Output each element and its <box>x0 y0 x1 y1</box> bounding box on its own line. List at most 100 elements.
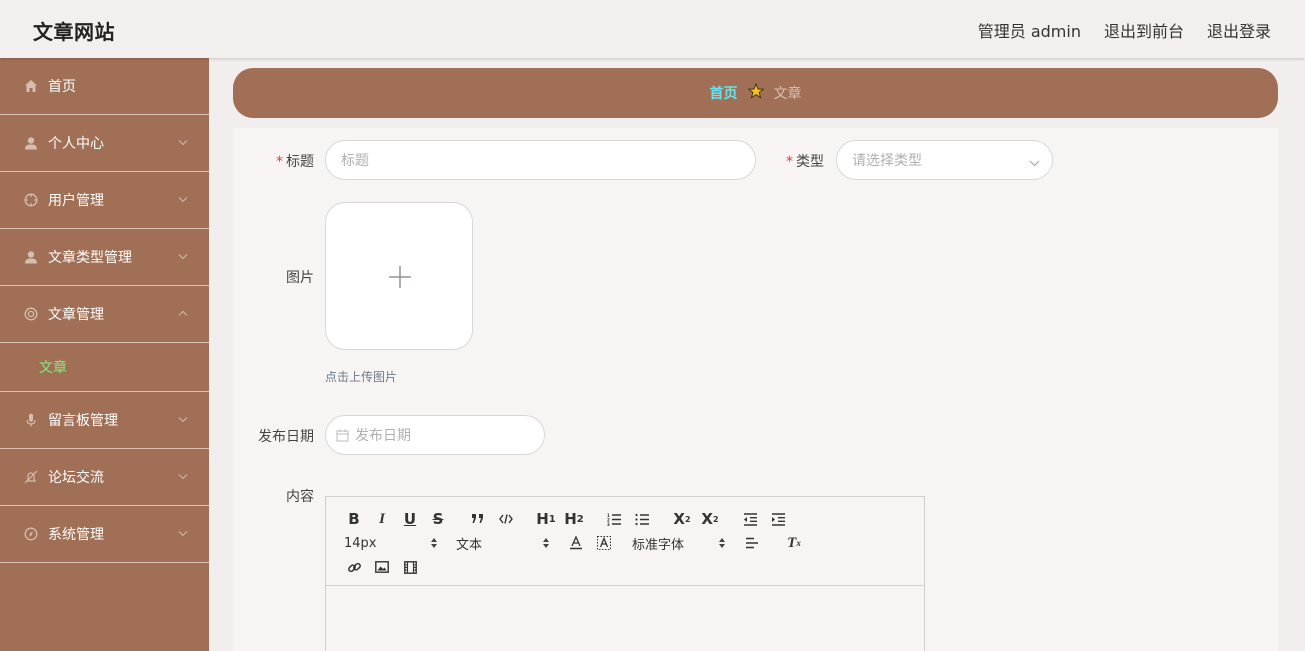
top-header: 文章网站 管理员 admin 退出到前台 退出登录 <box>0 0 1305 58</box>
sidebar-item-users[interactable]: 用户管理 <box>0 172 209 229</box>
link-icon <box>347 562 361 572</box>
film-icon <box>403 560 417 574</box>
font-family-select[interactable]: 标准字体 <box>628 534 726 553</box>
header-actions: 管理员 admin 退出到前台 退出登录 <box>978 18 1271 42</box>
font-family-value: 标准字体 <box>632 537 685 553</box>
sidebar-item-label: 论坛交流 <box>48 470 104 486</box>
subscript-digit: 2 <box>685 514 691 524</box>
chevron-down-icon <box>178 133 188 149</box>
background-color-button[interactable] <box>590 531 618 555</box>
indent-icon <box>771 512 785 526</box>
image-icon <box>375 561 389 573</box>
title-input[interactable]: 标题 <box>325 140 756 180</box>
chevron-down-icon <box>178 190 188 206</box>
sidebar-item-label: 文章管理 <box>48 307 104 323</box>
superscript-label: X <box>701 510 713 528</box>
title-label: * 标题 <box>262 151 314 171</box>
chevron-down-icon <box>178 467 188 483</box>
superscript-digit: 2 <box>713 514 719 524</box>
sidebar-subitem-article[interactable]: 文章 <box>0 343 209 392</box>
clear-format-button[interactable]: Tx <box>780 531 808 555</box>
date-placeholder: 发布日期 <box>355 428 411 444</box>
strike-button[interactable]: S <box>424 507 452 531</box>
chevron-down-icon <box>178 410 188 426</box>
svg-text:3: 3 <box>607 522 610 526</box>
exit-to-front-link[interactable]: 退出到前台 <box>1104 18 1184 42</box>
sidebar-item-messages[interactable]: 留言板管理 <box>0 392 209 449</box>
chevron-down-icon <box>178 247 188 263</box>
sidebar-item-system[interactable]: 系统管理 <box>0 506 209 563</box>
breadcrumb-home-link[interactable]: 首页 <box>710 83 738 103</box>
editor-toolbar: B I U S H1 H2 123 X2 X2 14px 文本 标准字体 T x <box>326 497 924 586</box>
bullet-list-button[interactable] <box>628 507 656 531</box>
subscript-button[interactable]: X2 <box>668 507 696 531</box>
image-upload-box[interactable] <box>325 202 473 350</box>
breadcrumb-current: 文章 <box>773 86 802 102</box>
lifebuoy-icon <box>23 306 39 322</box>
header-select-value: 文本 <box>456 537 483 553</box>
logout-link[interactable]: 退出登录 <box>1207 18 1271 42</box>
bullet-list-icon <box>634 513 649 525</box>
sidebar-item-profile[interactable]: 个人中心 <box>0 115 209 172</box>
sidebar-item-home[interactable]: 首页 <box>0 58 209 115</box>
indent-button[interactable] <box>764 507 792 531</box>
star-icon <box>747 82 764 103</box>
notification-off-icon <box>23 469 39 485</box>
sidebar-item-label: 系统管理 <box>48 527 104 543</box>
header-select[interactable]: 文本 <box>452 534 550 553</box>
date-picker-input[interactable]: 发布日期 <box>325 415 545 455</box>
insert-link-button[interactable] <box>340 555 368 579</box>
font-size-select[interactable]: 14px <box>340 536 438 551</box>
user-icon <box>23 135 39 151</box>
quote-icon <box>472 514 483 523</box>
sidebar-item-articles[interactable]: 文章管理 <box>0 286 209 343</box>
sidebar-item-label: 个人中心 <box>48 136 104 152</box>
chevron-down-icon <box>178 524 188 540</box>
align-left-icon <box>746 537 758 549</box>
underline-button[interactable]: U <box>396 507 424 531</box>
outdent-button[interactable] <box>736 507 764 531</box>
outdent-icon <box>743 512 757 526</box>
admin-user-label[interactable]: 管理员 admin <box>978 18 1081 42</box>
ordered-list-icon: 123 <box>607 513 621 526</box>
sort-arrows-icon <box>719 538 725 548</box>
italic-button[interactable]: I <box>368 507 396 531</box>
calendar-icon <box>336 429 349 442</box>
code-icon <box>499 514 513 524</box>
heading-2-button[interactable]: H2 <box>560 507 588 531</box>
text-color-button[interactable] <box>562 531 590 555</box>
content-label: 内容 <box>286 489 314 505</box>
bold-button[interactable]: B <box>340 507 368 531</box>
required-mark: * <box>786 154 793 170</box>
text-color-icon <box>570 536 582 550</box>
ordered-list-button[interactable]: 123 <box>600 507 628 531</box>
home-icon <box>23 78 39 94</box>
align-button[interactable] <box>738 531 766 555</box>
blockquote-button[interactable] <box>464 507 492 531</box>
subscript-label: X <box>673 510 685 528</box>
breadcrumb: 首页 文章 <box>233 68 1278 118</box>
type-label-text: 类型 <box>796 154 824 170</box>
plus-icon <box>389 266 411 288</box>
sidebar-item-forum[interactable]: 论坛交流 <box>0 449 209 506</box>
type-select[interactable]: 请选择类型 <box>836 140 1053 180</box>
target-icon <box>23 192 39 208</box>
sort-arrows-icon <box>431 538 437 548</box>
user-icon <box>23 249 39 265</box>
required-mark: * <box>276 154 283 170</box>
insert-image-button[interactable] <box>368 555 396 579</box>
sort-arrows-icon <box>543 538 549 548</box>
title-label-text: 标题 <box>286 154 314 170</box>
sidebar-item-label: 留言板管理 <box>48 413 118 429</box>
microphone-icon <box>23 412 39 428</box>
sidebar-item-article-types[interactable]: 文章类型管理 <box>0 229 209 286</box>
heading-1-button[interactable]: H1 <box>532 507 560 531</box>
code-block-button[interactable] <box>492 507 520 531</box>
chevron-up-icon <box>178 304 188 320</box>
rich-text-editor: B I U S H1 H2 123 X2 X2 14px 文本 标准字体 T x <box>325 496 925 651</box>
insert-video-button[interactable] <box>396 555 424 579</box>
editor-content-area[interactable] <box>326 586 924 651</box>
sidebar-item-label: 首页 <box>48 79 76 95</box>
superscript-button[interactable]: X2 <box>696 507 724 531</box>
font-size-value: 14px <box>344 535 377 551</box>
